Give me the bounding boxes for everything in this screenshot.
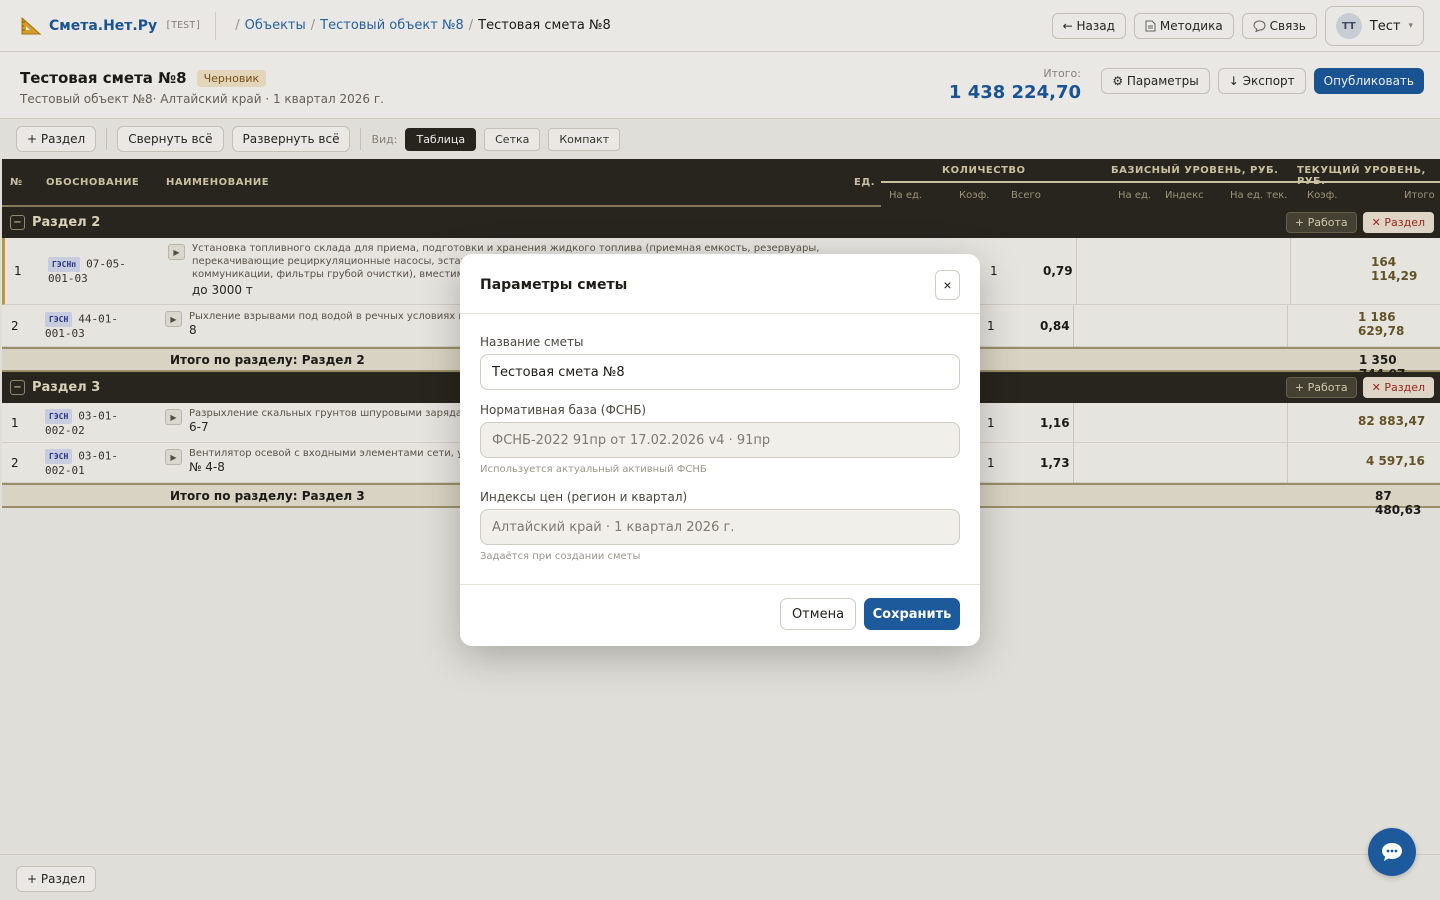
estimate-params-modal: Параметры сметы × Название сметы Нормати… [460,254,980,646]
base-label: Нормативная база (ФСНБ) [480,403,647,417]
index-hint: Задаётся при создании сметы [480,551,641,562]
close-icon[interactable]: × [935,270,960,300]
modal-title: Параметры сметы [480,277,628,293]
base-hint: Используется актуальный активный ФСНБ [480,464,707,475]
chat-icon [1382,843,1402,861]
name-label: Название сметы [480,335,584,349]
index-label: Индексы цен (регион и квартал) [480,490,688,504]
modal-divider [460,584,980,585]
norm-base-input [480,422,960,458]
estimate-name-input[interactable] [480,354,960,390]
chat-fab-button[interactable] [1368,828,1416,876]
cancel-button[interactable]: Отмена [780,598,856,630]
modal-divider [460,313,980,314]
price-index-input [480,509,960,545]
save-button[interactable]: Сохранить [864,598,960,630]
